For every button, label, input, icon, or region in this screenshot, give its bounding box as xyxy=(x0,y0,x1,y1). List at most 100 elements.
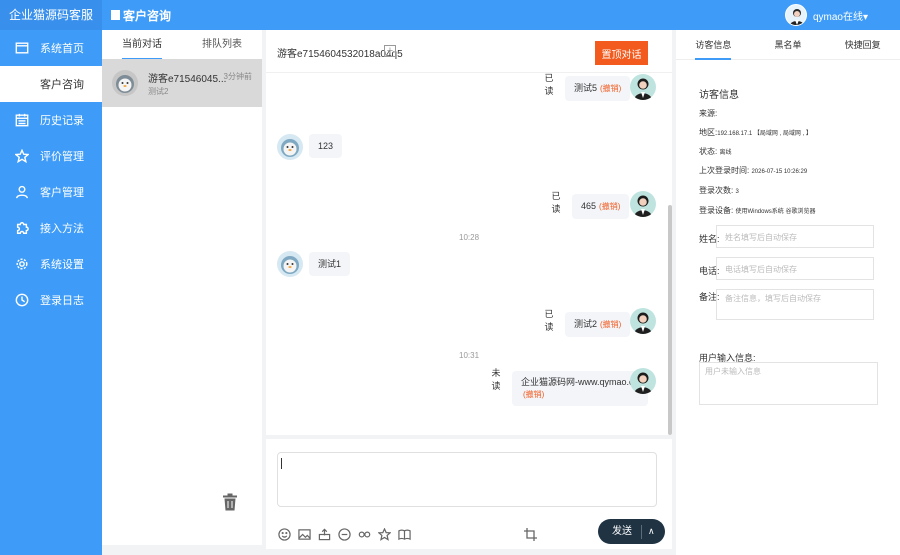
tab-blacklist[interactable]: 黑名单 xyxy=(751,30,826,59)
sidebar-item-label: 接入方法 xyxy=(40,223,84,235)
last-login-row: 上次登录时间: 2026-07-15 10:26:29 xyxy=(699,165,807,176)
status-row: 状态: 离线 xyxy=(699,146,731,157)
user-input-box[interactable]: 用户未输入信息 xyxy=(699,362,878,405)
message-bubble: 123 xyxy=(309,134,343,158)
tab-label: 当前对话 xyxy=(122,32,162,60)
message-text: 123 xyxy=(318,141,334,151)
device-label: 登录设备: xyxy=(699,206,734,215)
sidebar-item-customers[interactable]: 客户管理 xyxy=(0,174,102,210)
sidebar-item-label: 客户咨询 xyxy=(40,79,84,91)
puzzle-icon xyxy=(14,220,30,236)
recall-link[interactable]: (撤销) xyxy=(523,390,544,399)
avatar xyxy=(277,134,303,160)
chat-panel: 游客e7154604532018a04q5 + 置顶对话 已读 测试5 (撤销) … xyxy=(266,30,672,435)
recall-link[interactable]: (撤销) xyxy=(600,84,621,93)
timestamp: 10:31 xyxy=(459,351,480,360)
crop-icon[interactable] xyxy=(524,528,537,541)
trash-icon[interactable] xyxy=(222,493,238,511)
conversation-list: 当前对话 排队列表 游客e71546045... 3分钟前 测试2 xyxy=(102,30,262,545)
conversation-name: 游客e71546045... xyxy=(148,74,227,85)
conversation-tabs: 当前对话 排队列表 xyxy=(102,30,262,60)
avatar xyxy=(630,191,656,217)
user-name: qymao在线▾ xyxy=(812,11,868,23)
minus-circle-icon[interactable] xyxy=(337,527,351,541)
tab-label: 黑名单 xyxy=(774,40,802,50)
region-row: 地区:192.168.17.1 【局域网 , 局域网 , 】 xyxy=(699,127,812,138)
user-menu[interactable]: qymao在线▾ xyxy=(784,4,868,26)
sidebar-item-label: 系统设置 xyxy=(40,259,84,271)
last-login-value: 2026-07-15 10:26:29 xyxy=(751,169,808,175)
pin-conversation-button[interactable]: 置顶对话 xyxy=(595,41,648,65)
chat-scrollbar[interactable] xyxy=(668,205,672,435)
device-row: 登录设备: 使用Windows系统 谷歌浏览器 xyxy=(699,205,815,216)
login-count-label: 登录次数: xyxy=(699,186,734,195)
login-count-value: 3 xyxy=(735,189,739,195)
emoji-icon[interactable] xyxy=(277,527,291,541)
section-title: 访客信息 xyxy=(699,90,739,101)
recall-link[interactable]: (撤销) xyxy=(600,320,621,329)
avatar xyxy=(630,368,656,394)
clock-icon xyxy=(14,292,30,308)
visitor-info-panel: 访客信息 黑名单 快捷回复 访客信息 来源: 地区:192.168.17.1 【… xyxy=(676,30,900,555)
read-status: 已读 xyxy=(551,191,561,214)
phone-field[interactable]: 电话填写后自动保存 xyxy=(716,257,874,280)
sidebar-item-label: 客户管理 xyxy=(40,187,84,199)
note-field[interactable]: 备注信息，填写后自动保存 xyxy=(716,289,874,320)
message-bubble: 测试5 (撤销) xyxy=(565,76,631,101)
calendar-icon xyxy=(14,112,30,128)
message-input[interactable] xyxy=(277,452,657,507)
message-bubble: 测试2 (撤销) xyxy=(565,312,631,337)
device-value: 使用Windows系统 谷歌浏览器 xyxy=(735,209,816,215)
read-status: 未读 xyxy=(491,368,501,391)
status-value: 离线 xyxy=(719,150,732,156)
visitor-avatar xyxy=(112,70,138,96)
message-text: 测试2 xyxy=(574,319,598,329)
sidebar-item-label: 系统首页 xyxy=(40,43,84,55)
star-icon xyxy=(14,148,30,164)
timestamp: 10:28 xyxy=(459,233,480,242)
last-login-label: 上次登录时间: xyxy=(699,166,750,175)
plus-icon[interactable]: + xyxy=(384,45,396,57)
sidebar-item-settings[interactable]: 系统设置 xyxy=(0,246,102,282)
tab-quick-reply[interactable]: 快捷回复 xyxy=(825,30,900,59)
message-composer: 发送 ∧ xyxy=(266,439,672,549)
tab-current[interactable]: 当前对话 xyxy=(102,30,182,60)
send-options-chevron-icon[interactable]: ∧ xyxy=(648,526,655,537)
composer-toolbar xyxy=(277,527,417,541)
page-title: 客户咨询 xyxy=(111,7,171,24)
source-label: 来源: xyxy=(699,109,718,118)
sidebar-item-home[interactable]: 系统首页 xyxy=(0,30,102,66)
message-text: 测试1 xyxy=(318,259,342,269)
message-text: 企业猫源码网-www.qymao.cn xyxy=(521,377,639,387)
read-status: 已读 xyxy=(544,73,554,96)
page-title-text: 客户咨询 xyxy=(123,8,172,23)
text-caret xyxy=(281,458,282,469)
book-icon[interactable] xyxy=(397,527,411,541)
sidebar-item-rating[interactable]: 评价管理 xyxy=(0,138,102,174)
star-icon[interactable] xyxy=(377,527,391,541)
region-value: 192.168.17.1 【局域网 , 局域网 , 】 xyxy=(717,131,812,137)
region-label: 地区: xyxy=(699,128,718,137)
image-icon[interactable] xyxy=(297,527,311,541)
info-tabs: 访客信息 黑名单 快捷回复 xyxy=(676,30,900,60)
conversation-time: 3分钟前 xyxy=(223,72,252,81)
sidebar-item-integration[interactable]: 接入方法 xyxy=(0,210,102,246)
tab-visitor-info[interactable]: 访客信息 xyxy=(676,30,751,60)
sidebar-item-login-log[interactable]: 登录日志 xyxy=(0,282,102,318)
avatar xyxy=(277,251,303,277)
list-item[interactable]: 游客e71546045... 3分钟前 测试2 xyxy=(102,59,262,107)
name-field[interactable]: 姓名填写后自动保存 xyxy=(716,225,874,248)
recall-link[interactable]: (撤销) xyxy=(599,202,620,211)
upload-icon[interactable] xyxy=(317,527,331,541)
link-icon[interactable] xyxy=(357,527,371,541)
gear-icon xyxy=(14,256,30,272)
sidebar-item-history[interactable]: 历史记录 xyxy=(0,102,102,138)
avatar xyxy=(630,308,656,334)
message-bubble: 企业猫源码网-www.qymao.cn (撤销) xyxy=(512,371,648,406)
send-button[interactable]: 发送 ∧ xyxy=(598,519,665,544)
message-bubble: 465 (撤销) xyxy=(572,194,630,219)
sidebar-item-consult[interactable]: 客户咨询 xyxy=(0,66,102,102)
tab-queue[interactable]: 排队列表 xyxy=(182,30,262,59)
chat-header: 游客e7154604532018a04q5 + 置顶对话 xyxy=(266,30,672,73)
send-label: 发送 xyxy=(598,524,642,539)
